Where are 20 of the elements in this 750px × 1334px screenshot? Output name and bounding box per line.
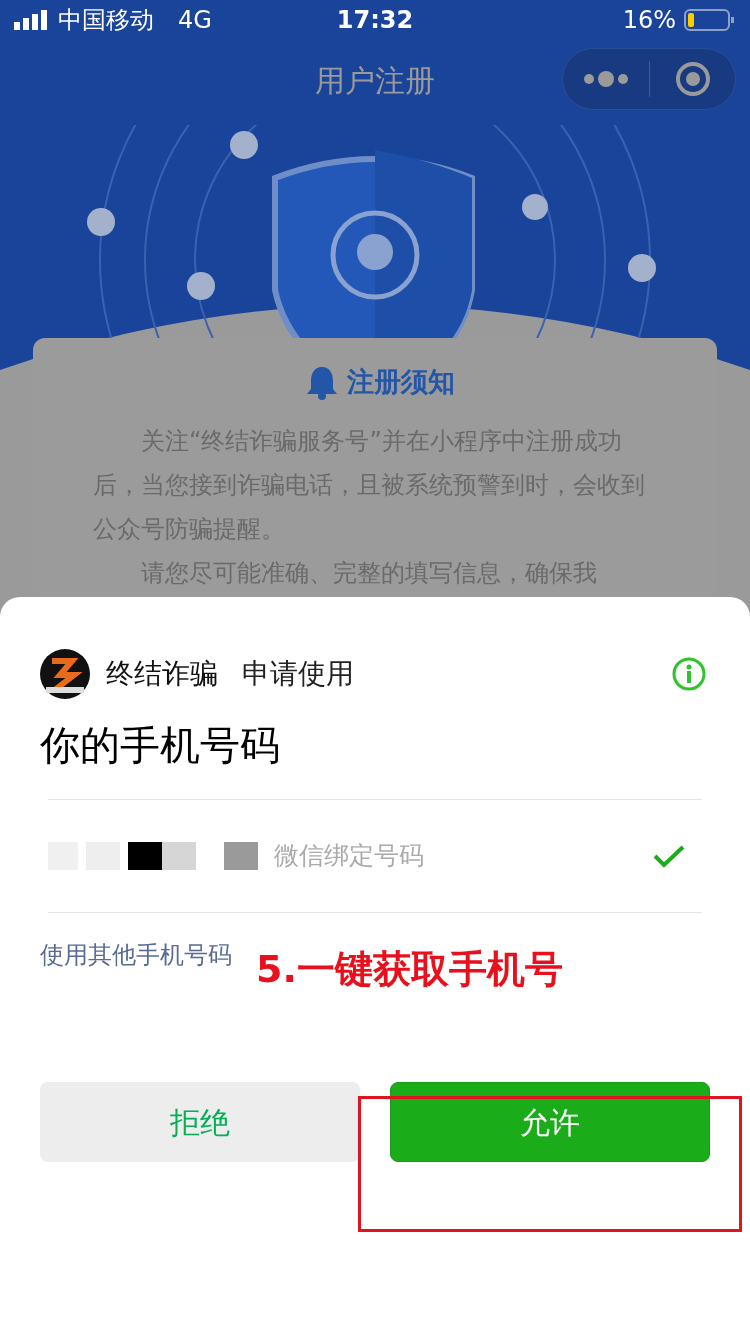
app-logo-icon bbox=[40, 649, 90, 699]
phone-hint: 微信绑定号码 bbox=[274, 840, 424, 873]
app-name: 终结诈骗 bbox=[106, 656, 218, 692]
battery-percent: 16% bbox=[622, 5, 676, 36]
network-type: 4G bbox=[178, 5, 212, 36]
info-icon[interactable] bbox=[672, 657, 706, 691]
sheet-heading: 你的手机号码 bbox=[40, 721, 281, 769]
signal-icon bbox=[14, 10, 50, 30]
battery-icon bbox=[684, 8, 736, 32]
notice-title: 注册须知 bbox=[347, 365, 455, 399]
phone-option[interactable]: 微信绑定号码 bbox=[48, 799, 702, 913]
carrier-name: 中国移动 bbox=[58, 5, 154, 36]
annotation-text: 5.一键获取手机号 bbox=[256, 946, 563, 993]
clock-time: 17:32 bbox=[336, 5, 414, 36]
allow-button[interactable]: 允许 bbox=[390, 1082, 710, 1162]
bell-icon bbox=[305, 364, 339, 401]
other-number-link[interactable]: 使用其他手机号码 bbox=[40, 937, 232, 973]
request-text: 申请使用 bbox=[242, 656, 354, 692]
page-title: 用户注册 bbox=[315, 61, 435, 100]
deny-button[interactable]: 拒绝 bbox=[40, 1082, 360, 1162]
